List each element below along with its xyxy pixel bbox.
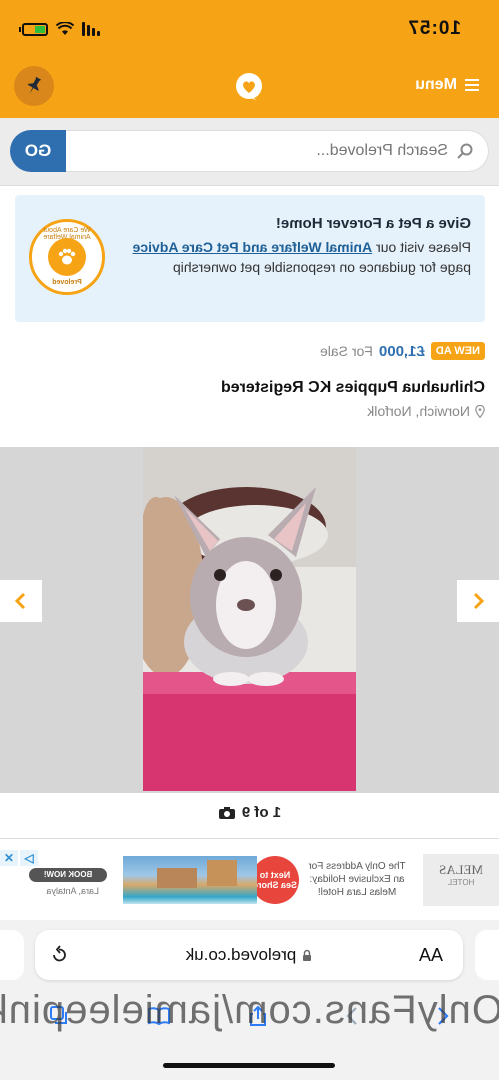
divider — [0, 838, 499, 839]
status-time: 10:57 — [407, 18, 461, 39]
menu-label: Menu — [415, 76, 457, 93]
ad-info-icon[interactable]: ▷ — [20, 850, 38, 866]
menu-button[interactable]: Menu — [415, 76, 479, 94]
listing-location: Norwich, Norfolk — [367, 403, 485, 419]
listing-price-suffix: For Sale — [319, 343, 373, 359]
banner-text-after: page for guidance on responsible pet own… — [172, 259, 471, 276]
hamburger-icon — [465, 79, 479, 91]
previous-tab-edge[interactable] — [475, 930, 499, 980]
banner-text: Please visit our Animal Welfare and Pet … — [131, 237, 471, 278]
banner-text-before: Please visit our — [372, 239, 471, 255]
bookmarks-icon[interactable] — [148, 1006, 171, 1030]
url-text: preloved.co.uk — [185, 945, 297, 964]
gallery-next-button[interactable] — [0, 580, 42, 622]
ad-hotel-image — [123, 856, 257, 904]
site-header: Menu — [0, 58, 499, 118]
reload-icon[interactable] — [51, 945, 67, 963]
ad-controls: ▷ ✕ — [0, 850, 38, 866]
ad-book-now-button[interactable]: BOOK NOW! — [29, 868, 107, 882]
listing-price: £1,000 — [378, 342, 425, 360]
photo-counter-text: 1 of 9 — [241, 804, 282, 821]
cellular-signal-icon — [82, 22, 100, 36]
chevron-left-icon — [473, 592, 485, 610]
advert-banner[interactable]: ▷ ✕ MELAS HOTEL The Only Address For an … — [0, 846, 499, 914]
welfare-banner: Give a Pet a Forever Home! Please visit … — [15, 195, 485, 322]
search-icon — [457, 143, 473, 159]
gallery-prev-button[interactable] — [457, 580, 499, 622]
camera-icon — [218, 806, 235, 819]
wifi-icon — [56, 22, 74, 35]
photo-gallery — [0, 447, 499, 793]
photo-counter: 1 of 9 — [0, 804, 499, 821]
forward-icon[interactable] — [346, 1006, 359, 1031]
saved-pin-button[interactable] — [14, 66, 54, 106]
mirrored-screen: 10:57 Menu Search Preloved... GO Give a … — [0, 0, 499, 1080]
ad-place: Lara, Antalya — [46, 886, 99, 896]
lock-icon — [303, 949, 312, 961]
status-icons — [22, 18, 100, 40]
listing-location-text: Norwich, Norfolk — [367, 403, 470, 419]
badge-text-bottom: Preloved — [52, 279, 82, 286]
animal-welfare-badge: We Care About Animal Welfare Preloved — [29, 219, 105, 295]
tabs-icon[interactable] — [50, 1005, 70, 1031]
ad-sticker: Next to Sea Shore — [251, 856, 299, 904]
search-go-button[interactable]: GO — [10, 130, 66, 172]
battery-icon — [22, 22, 48, 36]
browser-toolbar — [0, 998, 499, 1038]
ad-copy: The Only Address For an Exclusive Holida… — [308, 861, 406, 898]
share-icon[interactable] — [250, 1005, 268, 1032]
paw-icon — [48, 238, 86, 276]
next-tab-edge[interactable] — [0, 930, 24, 980]
search-input[interactable] — [66, 130, 489, 172]
hotel-brand-sub: HOTEL — [447, 878, 475, 887]
price-row: NEW AD £1,000 For Sale — [320, 342, 485, 360]
location-pin-icon — [475, 404, 485, 418]
banner-title: Give a Pet a Forever Home! — [275, 215, 471, 232]
hotel-brand: MELAS — [438, 862, 484, 877]
hotel-logo: MELAS HOTEL — [423, 854, 499, 906]
welfare-advice-link[interactable]: Animal Welfare and Pet Care Advice — [133, 239, 373, 255]
url-display[interactable]: preloved.co.uk — [35, 945, 463, 965]
chevron-right-icon — [14, 592, 26, 610]
address-bar[interactable]: AA preloved.co.uk — [35, 930, 463, 980]
back-icon[interactable] — [438, 1006, 450, 1031]
preloved-heart-logo[interactable] — [233, 72, 265, 104]
listing-photo[interactable] — [143, 447, 356, 791]
pin-icon — [27, 76, 42, 94]
search-bar: GO — [0, 118, 499, 186]
ad-close-icon[interactable]: ✕ — [0, 850, 18, 866]
home-indicator — [163, 1063, 335, 1068]
browser-chrome: AA preloved.co.uk OnlyFans.com/jamieleep… — [0, 920, 499, 1080]
listing-title: Chihuahua Puppies KC Registered — [220, 379, 485, 396]
new-ad-badge: NEW AD — [430, 342, 485, 360]
status-bar: 10:57 — [0, 0, 499, 58]
